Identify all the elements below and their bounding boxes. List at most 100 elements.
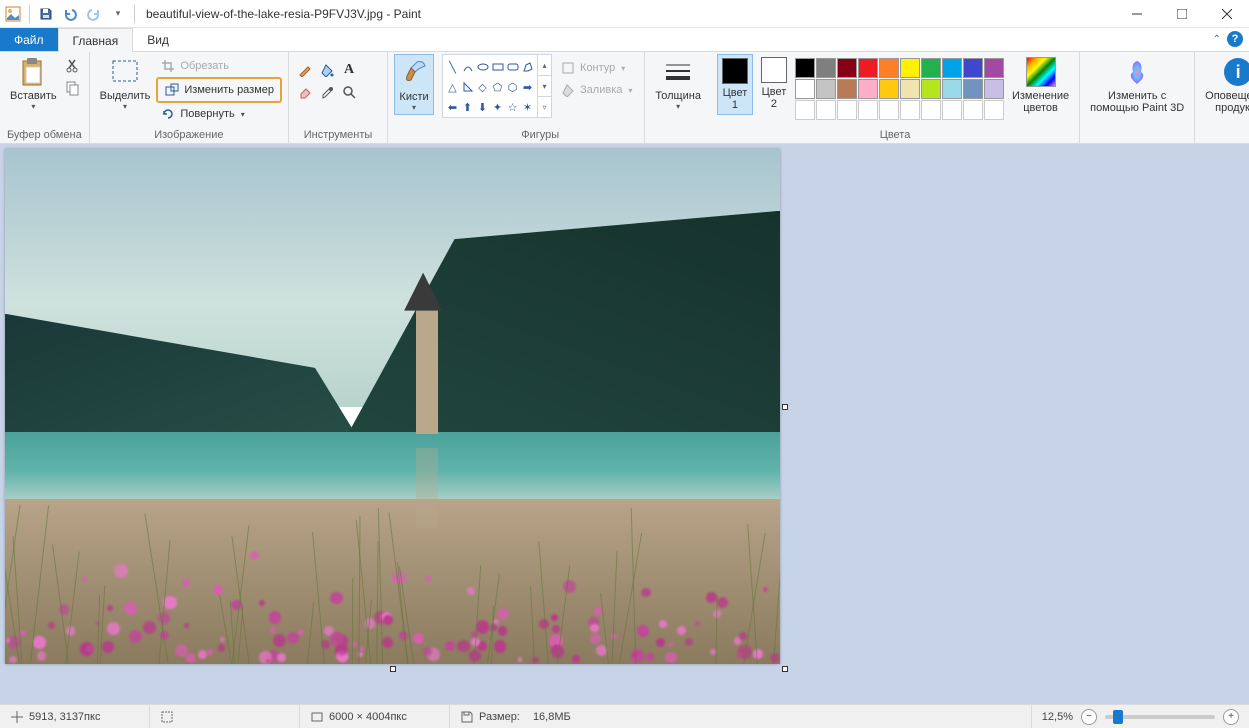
- color-swatch[interactable]: [921, 58, 941, 78]
- rotate-button[interactable]: Повернуть ▾: [156, 104, 282, 124]
- shape-triangle[interactable]: △: [445, 77, 460, 97]
- paint3d-button[interactable]: Изменить с помощью Paint 3D: [1086, 54, 1188, 116]
- color-swatch[interactable]: [858, 79, 878, 99]
- color-swatch[interactable]: [963, 79, 983, 99]
- redo-icon[interactable]: [83, 3, 105, 25]
- edit-colors-button[interactable]: Изменение цветов: [1008, 54, 1073, 116]
- fill-icon: [560, 82, 576, 98]
- pencil-tool[interactable]: [295, 60, 315, 80]
- undo-icon[interactable]: [59, 3, 81, 25]
- shape-star4[interactable]: ✦: [490, 97, 505, 117]
- color-swatch[interactable]: [795, 58, 815, 78]
- color-swatch[interactable]: [900, 79, 920, 99]
- eraser-tool[interactable]: [295, 82, 315, 102]
- resize-handle-bottom[interactable]: [390, 666, 396, 672]
- shape-hexagon[interactable]: ⬡: [505, 77, 520, 97]
- shapes-gallery[interactable]: ╲ △ ◇ ⬠ ⬡ ➡ ⬅ ⬆ ⬇ ✦ ☆ ✶: [442, 54, 538, 118]
- color-swatch-empty[interactable]: [984, 100, 1004, 120]
- color-swatch[interactable]: [837, 58, 857, 78]
- shape-diamond[interactable]: ◇: [475, 77, 490, 97]
- zoom-out-button[interactable]: −: [1081, 709, 1097, 725]
- qat-customize-icon[interactable]: ▾: [107, 3, 129, 25]
- zoom-in-button[interactable]: +: [1223, 709, 1239, 725]
- zoom-slider[interactable]: [1105, 715, 1215, 719]
- color-swatch[interactable]: [900, 58, 920, 78]
- product-alert-button[interactable]: i Оповещение продукта: [1201, 54, 1249, 116]
- color-swatch-empty[interactable]: [942, 100, 962, 120]
- shape-star6[interactable]: ✶: [520, 97, 535, 117]
- shape-oval[interactable]: [475, 57, 490, 77]
- resize-handle-right[interactable]: [782, 404, 788, 410]
- fill-button[interactable]: Заливка▾: [556, 80, 636, 100]
- color-swatch-empty[interactable]: [858, 100, 878, 120]
- close-button[interactable]: [1204, 0, 1249, 28]
- shapes-scroll-up[interactable]: ▴: [538, 55, 551, 75]
- status-dimensions: 6000 × 4004пкс: [300, 705, 450, 728]
- color-swatch[interactable]: [984, 79, 1004, 99]
- color-swatch[interactable]: [858, 58, 878, 78]
- color-swatch-empty[interactable]: [963, 100, 983, 120]
- paste-button[interactable]: Вставить ▾: [6, 54, 61, 113]
- color-swatch[interactable]: [795, 79, 815, 99]
- shape-curve[interactable]: [460, 57, 475, 77]
- color-swatch[interactable]: [837, 79, 857, 99]
- shape-arrow-down[interactable]: ⬇: [475, 97, 490, 117]
- color-swatch-empty[interactable]: [900, 100, 920, 120]
- color-swatch[interactable]: [921, 79, 941, 99]
- color-swatch-empty[interactable]: [837, 100, 857, 120]
- crop-button[interactable]: Обрезать: [156, 56, 282, 76]
- tab-view[interactable]: Вид: [133, 28, 183, 51]
- tab-file[interactable]: Файл: [0, 28, 58, 51]
- shape-polygon[interactable]: [520, 57, 535, 77]
- zoom-thumb[interactable]: [1113, 710, 1123, 724]
- save-icon[interactable]: [35, 3, 57, 25]
- color-swatch[interactable]: [942, 79, 962, 99]
- crop-icon: [160, 58, 176, 74]
- shape-pentagon[interactable]: ⬠: [490, 77, 505, 97]
- fill-tool[interactable]: [317, 60, 337, 80]
- cut-icon[interactable]: [63, 56, 83, 76]
- color-swatch[interactable]: [984, 58, 1004, 78]
- copy-icon[interactable]: [63, 78, 83, 98]
- minimize-button[interactable]: [1114, 0, 1159, 28]
- color-swatch-empty[interactable]: [816, 100, 836, 120]
- shapes-more[interactable]: ▿: [538, 96, 551, 117]
- select-button[interactable]: Выделить ▾: [96, 54, 155, 113]
- color-swatch[interactable]: [879, 58, 899, 78]
- shape-arrow-up[interactable]: ⬆: [460, 97, 475, 117]
- color2-button[interactable]: Цвет 2: [757, 54, 791, 113]
- shape-line[interactable]: ╲: [445, 57, 460, 77]
- shape-rect[interactable]: [490, 57, 505, 77]
- color-swatch[interactable]: [879, 79, 899, 99]
- resize-handle-corner[interactable]: [782, 666, 788, 672]
- magnifier-tool[interactable]: [339, 82, 359, 102]
- color1-button[interactable]: Цвет 1: [717, 54, 753, 115]
- text-tool[interactable]: A: [339, 60, 359, 80]
- outline-button[interactable]: Контур▾: [556, 58, 636, 78]
- shape-arrow-left[interactable]: ⬅: [445, 97, 460, 117]
- maximize-button[interactable]: [1159, 0, 1204, 28]
- shape-arrow-right[interactable]: ➡: [520, 77, 535, 97]
- resize-button[interactable]: Изменить размер: [160, 80, 278, 100]
- dimensions-icon: [310, 710, 324, 724]
- color-swatch-empty[interactable]: [879, 100, 899, 120]
- canvas-area[interactable]: [0, 144, 1249, 704]
- picker-tool[interactable]: [317, 82, 337, 102]
- shapes-scroll-down[interactable]: ▾: [538, 75, 551, 96]
- help-icon[interactable]: ?: [1227, 31, 1243, 47]
- canvas[interactable]: [5, 149, 780, 664]
- color-swatch[interactable]: [816, 58, 836, 78]
- tab-home[interactable]: Главная: [58, 28, 134, 52]
- thickness-button[interactable]: Толщина ▾: [651, 54, 705, 113]
- color-swatch[interactable]: [816, 79, 836, 99]
- collapse-ribbon-icon[interactable]: ⌃: [1213, 34, 1221, 45]
- color-swatch[interactable]: [942, 58, 962, 78]
- color-swatch-empty[interactable]: [795, 100, 815, 120]
- color-swatch-empty[interactable]: [921, 100, 941, 120]
- shape-roundrect[interactable]: [505, 57, 520, 77]
- shape-right-triangle[interactable]: [460, 77, 475, 97]
- brushes-button[interactable]: Кисти ▾: [394, 54, 434, 115]
- group-alert: i Оповещение продукта: [1195, 52, 1249, 143]
- color-swatch[interactable]: [963, 58, 983, 78]
- shape-star5[interactable]: ☆: [505, 97, 520, 117]
